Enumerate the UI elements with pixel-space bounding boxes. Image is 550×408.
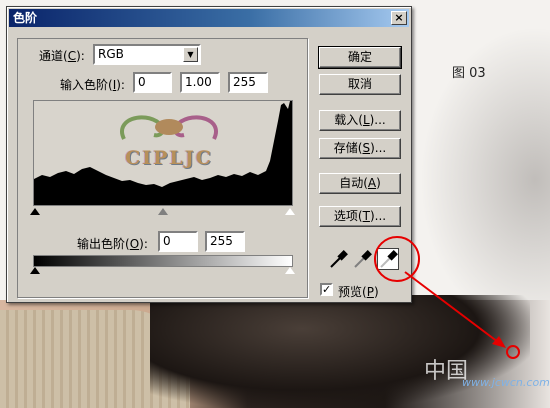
logo-text: CIPLJC bbox=[125, 147, 213, 169]
figure-label: 图 03 bbox=[452, 66, 486, 81]
output-black-slider[interactable] bbox=[30, 267, 40, 274]
output-black-field[interactable]: 0 bbox=[158, 231, 198, 252]
close-button[interactable]: × bbox=[391, 11, 407, 25]
load-button[interactable]: 载入(L)... bbox=[319, 110, 401, 131]
save-button[interactable]: 存储(S)... bbox=[319, 138, 401, 159]
input-white-field[interactable]: 255 bbox=[228, 72, 268, 93]
output-levels-label: 输出色阶(O): bbox=[77, 237, 148, 251]
histogram: CIPLJC bbox=[33, 100, 293, 206]
auto-button[interactable]: 自动(A) bbox=[319, 173, 401, 194]
input-black-field[interactable]: 0 bbox=[133, 72, 172, 93]
channel-label: 通道(C): bbox=[39, 49, 85, 63]
channel-value: RGB bbox=[98, 47, 124, 61]
input-white-slider[interactable] bbox=[285, 208, 295, 215]
output-white-field[interactable]: 255 bbox=[205, 231, 245, 252]
output-white-slider[interactable] bbox=[285, 267, 295, 274]
highlight-circle bbox=[374, 236, 420, 282]
chevron-down-icon[interactable]: ▼ bbox=[183, 47, 198, 62]
options-button[interactable]: 选项(T)... bbox=[319, 206, 401, 227]
input-gamma-slider[interactable] bbox=[158, 208, 168, 215]
black-point-eyedropper-icon[interactable] bbox=[327, 248, 349, 270]
cancel-button[interactable]: 取消 bbox=[319, 74, 401, 95]
input-black-slider[interactable] bbox=[30, 208, 40, 215]
channel-select[interactable]: RGB ▼ bbox=[93, 44, 201, 65]
ornament-icon bbox=[120, 115, 218, 140]
ok-button[interactable]: 确定 bbox=[318, 46, 402, 69]
dialog-title: 色阶 bbox=[13, 11, 38, 25]
output-gradient-bar bbox=[33, 255, 293, 267]
watermark-url: www.jcwcn.com bbox=[462, 376, 550, 389]
gray-point-eyedropper-icon[interactable] bbox=[351, 248, 373, 270]
preview-checkbox[interactable]: ✓ bbox=[320, 283, 333, 296]
input-levels-label: 输入色阶(I): bbox=[60, 78, 125, 92]
levels-dialog: 色阶 × 通道(C): RGB ▼ 输入色阶(I): 0 1.00 255 CI… bbox=[6, 6, 420, 303]
logo-graphic: CIPLJC bbox=[104, 109, 234, 179]
preview-label: 预览(P) bbox=[338, 285, 379, 299]
input-gamma-field[interactable]: 1.00 bbox=[180, 72, 220, 93]
dialog-titlebar[interactable]: 色阶 × bbox=[9, 9, 409, 27]
